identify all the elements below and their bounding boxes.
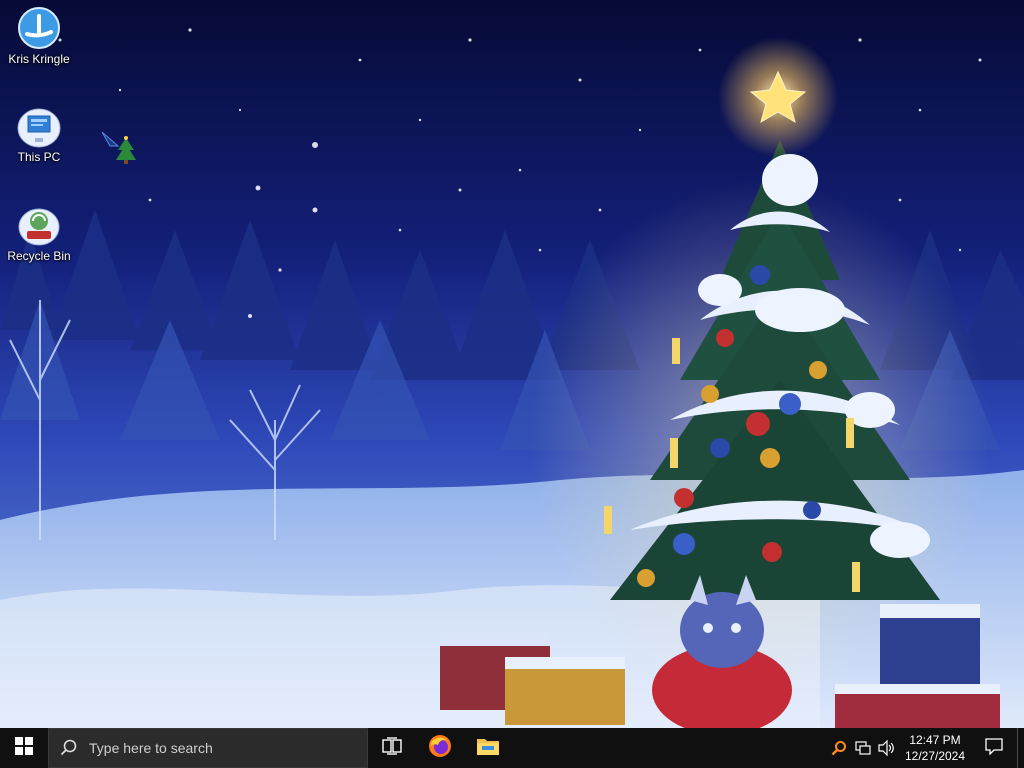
recycle-bin-icon xyxy=(17,203,61,247)
desktop-icon-label: Recycle Bin xyxy=(7,249,71,263)
firefox-icon xyxy=(428,734,452,763)
search-icon xyxy=(49,739,89,757)
clock-time: 12:47 PM xyxy=(909,733,961,747)
kris-kringle-app-icon xyxy=(17,6,61,50)
taskbar: Type here to search 12:47 PM 12/27/2024 xyxy=(0,728,1024,768)
action-center-icon xyxy=(985,737,1003,760)
desktop-icon-recycle-bin[interactable]: Recycle Bin xyxy=(1,203,77,263)
system-tray: 12:47 PM 12/27/2024 xyxy=(827,728,1024,768)
volume-icon[interactable] xyxy=(875,728,899,768)
desktop-icon-label: Kris Kringle xyxy=(8,52,70,66)
file-explorer-icon xyxy=(476,735,500,762)
action-center-button[interactable] xyxy=(971,728,1017,768)
task-view-icon xyxy=(382,736,402,760)
clock-date: 12/27/2024 xyxy=(904,749,966,763)
desktop-wallpaper xyxy=(0,0,1024,728)
wallpaper-art xyxy=(0,0,1024,728)
file-explorer-taskbar-button[interactable] xyxy=(464,728,512,768)
search-magnifier-tray-icon[interactable] xyxy=(827,728,851,768)
start-button[interactable] xyxy=(0,728,48,768)
christmas-tree-cursor-icon xyxy=(101,131,138,166)
desktop-icon-kris-kringle[interactable]: Kris Kringle xyxy=(1,6,77,66)
network-icon[interactable] xyxy=(851,728,875,768)
taskbar-search-box[interactable]: Type here to search xyxy=(48,728,368,768)
show-desktop-button[interactable] xyxy=(1017,728,1024,768)
windows-logo-icon xyxy=(15,736,33,760)
desktop-icon-label: This PC xyxy=(17,150,61,164)
firefox-taskbar-button[interactable] xyxy=(416,728,464,768)
search-placeholder: Type here to search xyxy=(89,740,213,756)
desktop-icon-this-pc[interactable]: This PC xyxy=(1,104,77,164)
task-view-button[interactable] xyxy=(368,728,416,768)
taskbar-clock[interactable]: 12:47 PM 12/27/2024 xyxy=(899,732,971,764)
computer-monitor-icon xyxy=(17,104,61,148)
